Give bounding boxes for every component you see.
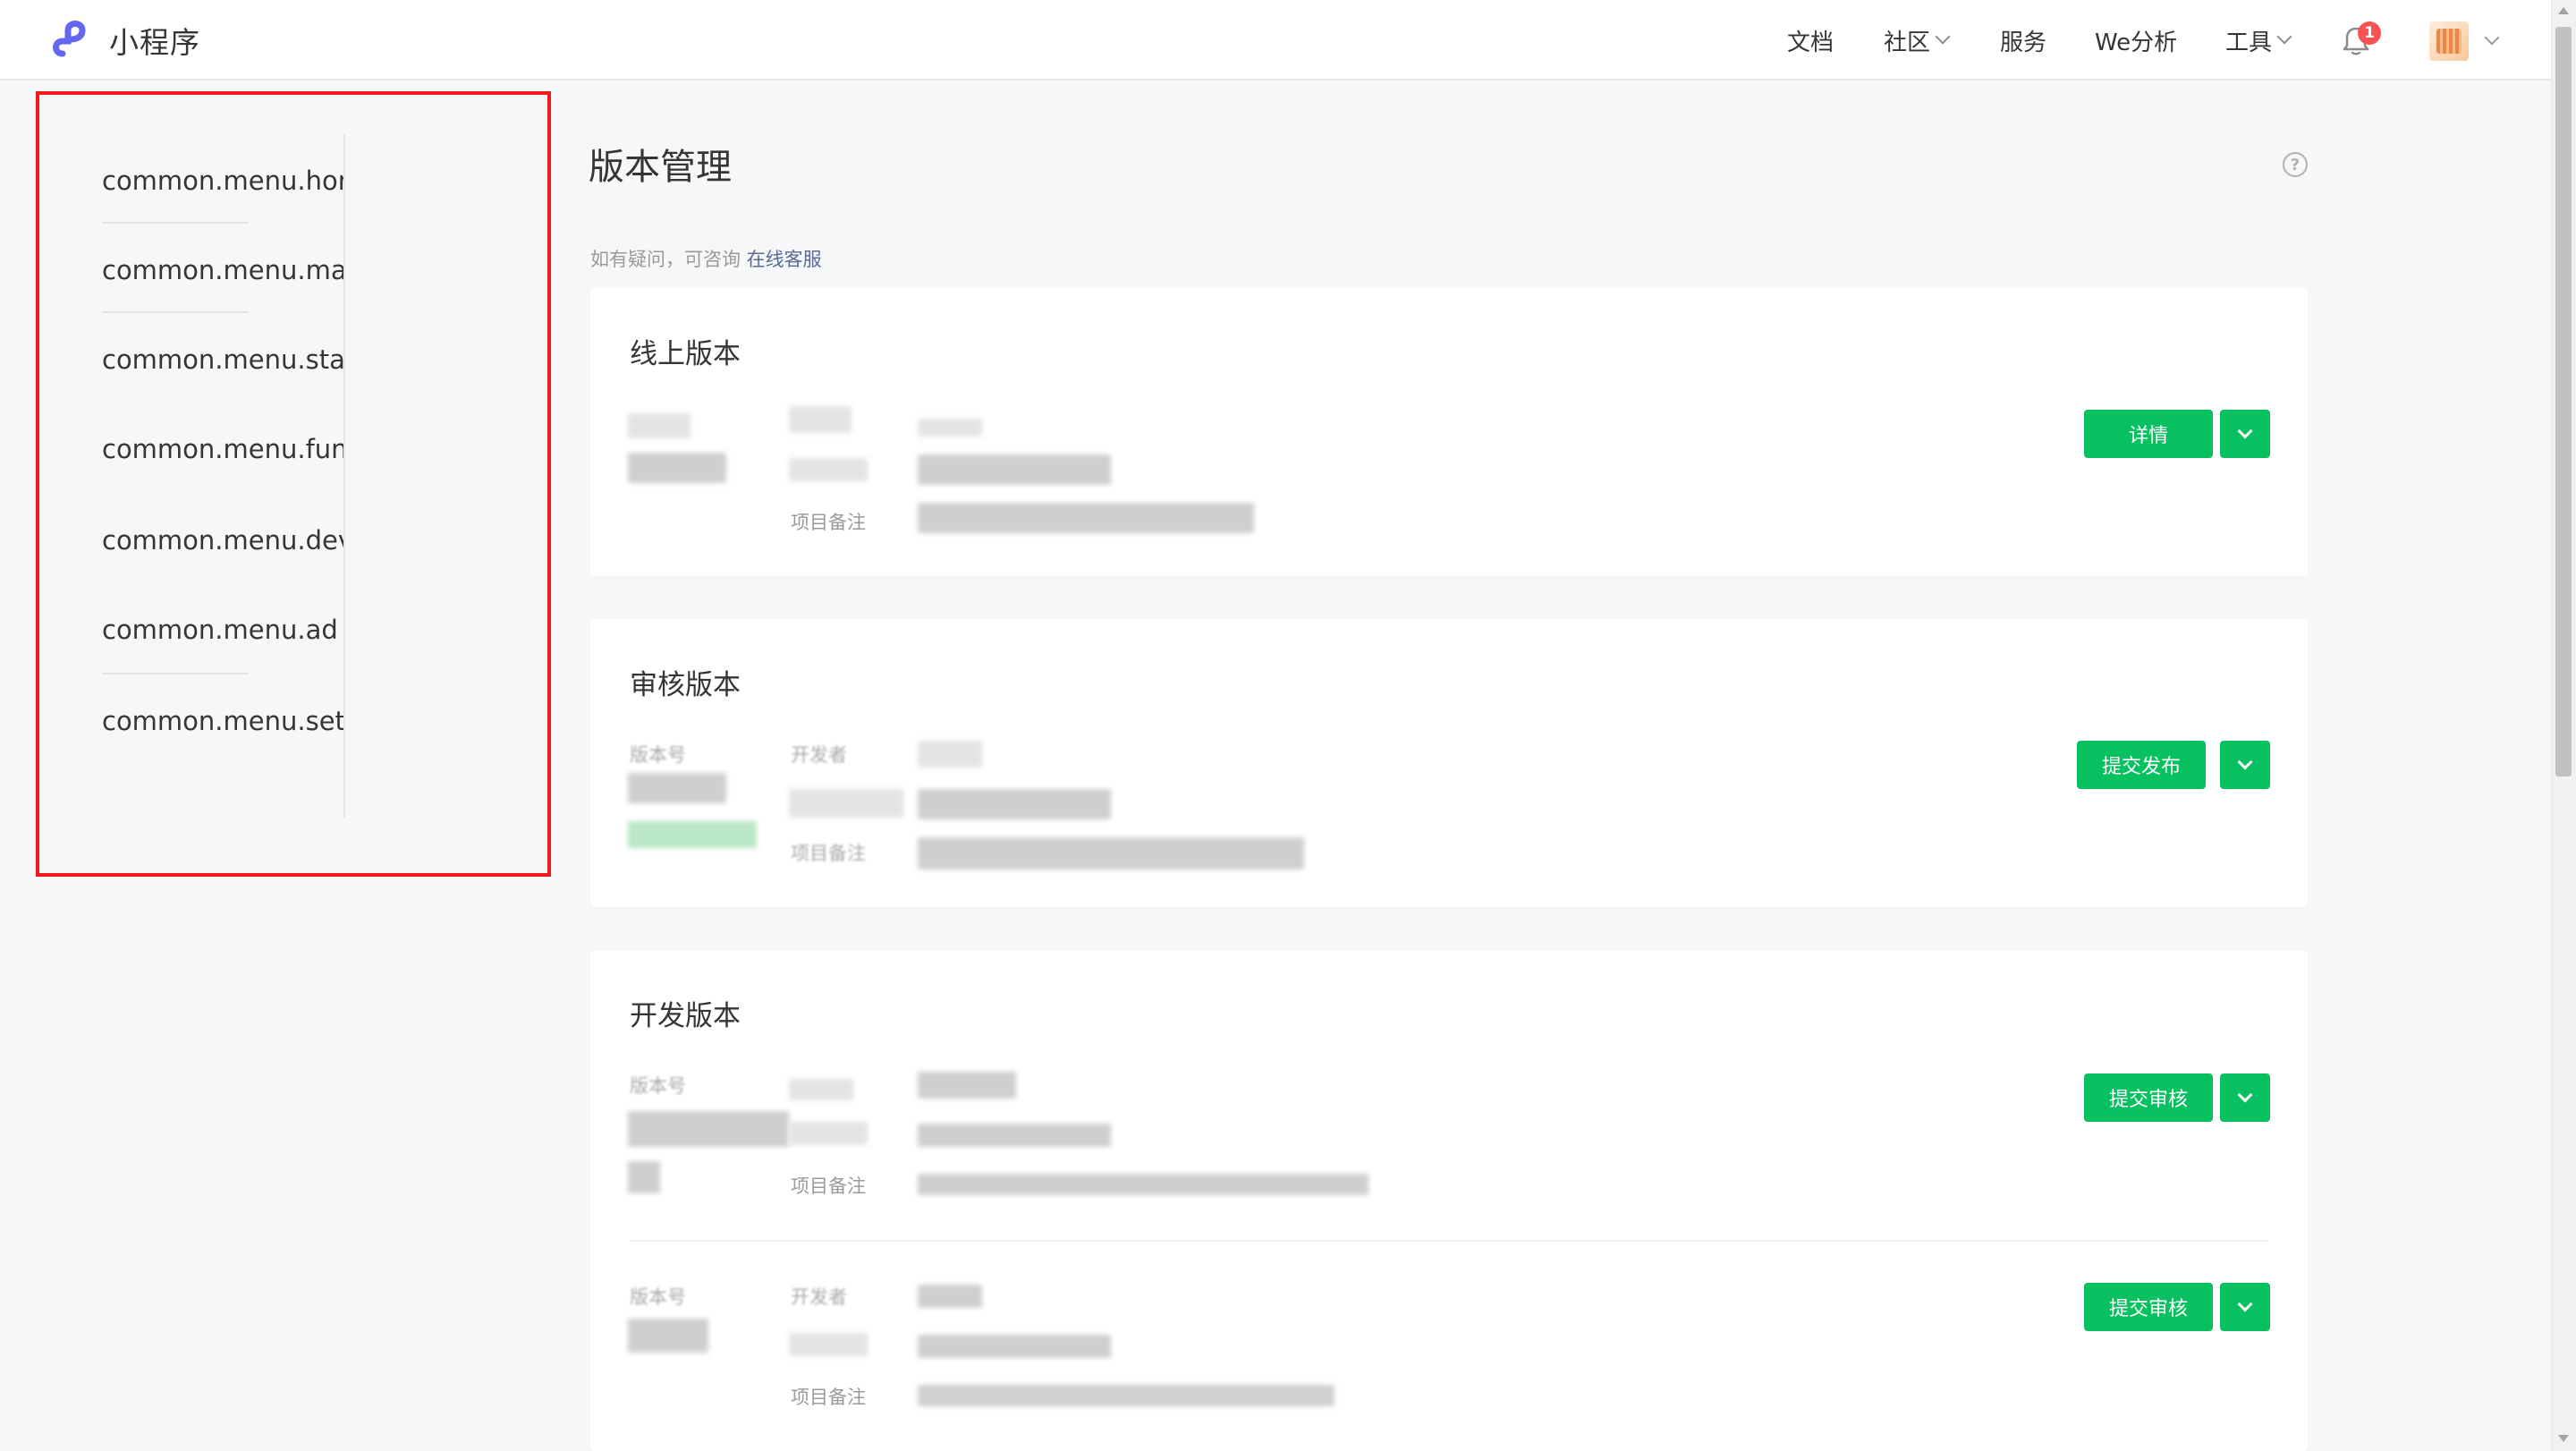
redacted-remark [918, 1385, 1335, 1406]
chevron-down-icon [2237, 1087, 2253, 1103]
detail-button[interactable]: 详情 [2084, 410, 2213, 458]
redacted-value [918, 741, 982, 768]
chevron-down-icon [1935, 29, 1951, 45]
chevron-down-icon [2276, 29, 2292, 45]
redacted-label [789, 458, 868, 481]
redacted-version [628, 1319, 708, 1353]
nav-docs[interactable]: 文档 [1787, 0, 1834, 81]
redacted-label [789, 789, 903, 818]
nav-tools-label: 工具 [2225, 29, 2273, 56]
chevron-down-icon [2237, 423, 2253, 439]
redacted-value [918, 1285, 982, 1308]
dev-more-button[interactable] [2220, 1283, 2270, 1331]
row-separator [630, 1240, 2268, 1242]
remark-label: 项目备注 [791, 1387, 866, 1408]
developer-label: 开发者 [791, 1286, 847, 1308]
redacted-label [789, 1333, 868, 1356]
nav-analytics-label: We分析 [2095, 29, 2178, 56]
review-version-card: 审核版本 版本号 开发者 项目备注 提交发布 [590, 619, 2308, 907]
redacted-value [918, 789, 1111, 819]
redacted-remark [918, 503, 1254, 533]
dev-more-button[interactable] [2220, 1073, 2270, 1122]
remark-label: 项目备注 [791, 1175, 866, 1197]
scroll-down-arrow-icon[interactable] [2558, 1435, 2569, 1442]
sidebar-highlight-box [36, 91, 551, 877]
redacted-remark [918, 1174, 1368, 1195]
chevron-down-icon [2237, 1296, 2253, 1312]
version-label: 版本号 [630, 744, 686, 766]
submit-publish-button[interactable]: 提交发布 [2077, 741, 2206, 789]
notification-badge: 1 [2358, 21, 2381, 45]
redacted-version [628, 1111, 789, 1147]
scroll-up-arrow-icon[interactable] [2558, 7, 2569, 14]
developer-label: 开发者 [791, 744, 847, 766]
dev-version-title: 开发版本 [630, 1000, 741, 1032]
sidebar-item-settings[interactable]: common.menu.settin [102, 694, 343, 748]
redacted-value [918, 454, 1111, 485]
redacted-value [918, 1335, 1111, 1358]
version-label: 版本号 [630, 1075, 686, 1097]
sidebar-item-home[interactable]: common.menu.home [102, 154, 343, 208]
redacted-label [789, 1122, 868, 1145]
nav-analytics[interactable]: We分析 [2095, 0, 2177, 81]
sidebar-item-func[interactable]: common.menu.func [102, 422, 343, 476]
online-version-card: 线上版本 项目备注 详情 [590, 288, 2308, 576]
redacted-version [628, 413, 691, 438]
sidebar-item-stat[interactable]: common.menu.stat [102, 333, 343, 386]
avatar[interactable] [2429, 21, 2469, 61]
redacted-value [918, 1124, 1111, 1147]
chevron-down-icon [2237, 754, 2253, 770]
sidebar-item-ad[interactable]: common.menu.ad [102, 603, 343, 657]
redacted-status [628, 821, 757, 848]
redacted-version [628, 453, 726, 483]
chevron-down-icon[interactable] [2484, 30, 2500, 46]
sidebar-separator [102, 222, 249, 224]
submit-review-button[interactable]: 提交审核 [2084, 1073, 2213, 1122]
nav-docs-label: 文档 [1787, 29, 1835, 56]
redacted-label [789, 406, 852, 433]
redacted-remark [918, 837, 1304, 870]
remark-label: 项目备注 [791, 512, 866, 533]
nav-community-label: 社区 [1884, 29, 1931, 56]
submit-review-button[interactable]: 提交审核 [2084, 1283, 2213, 1331]
redacted-version [628, 773, 726, 803]
app-name: 小程序 [109, 25, 200, 60]
online-version-title: 线上版本 [630, 338, 741, 370]
nav-community[interactable]: 社区 [1884, 0, 1951, 81]
page-title: 版本管理 [589, 147, 732, 188]
sidebar-item-devel[interactable]: common.menu.devel [102, 513, 343, 567]
sidebar-item-manage[interactable]: common.menu.manage [102, 243, 343, 297]
dev-version-card: 开发版本 版本号 项目备注 提交审核 版本号 开发者 项目备注 提交审核 [590, 950, 2308, 1451]
scrollbar-thumb[interactable] [2555, 27, 2572, 776]
redacted-value [918, 419, 982, 437]
sidebar-separator [102, 311, 249, 313]
help-tip: 如有疑问，可咨询 在线客服 [590, 245, 822, 272]
nav-tools[interactable]: 工具 [2225, 0, 2292, 81]
help-tip-text: 如有疑问，可咨询 [590, 249, 747, 270]
redacted-value [918, 1072, 1016, 1099]
help-icon[interactable]: ? [2283, 152, 2308, 177]
sidebar-divider [343, 134, 345, 818]
nav-services[interactable]: 服务 [2000, 0, 2046, 81]
redacted-label [789, 1079, 853, 1100]
review-version-title: 审核版本 [630, 669, 741, 701]
review-more-button[interactable] [2220, 741, 2270, 789]
nav-services-label: 服务 [2000, 29, 2047, 56]
remark-label: 项目备注 [791, 843, 866, 864]
online-support-link[interactable]: 在线客服 [747, 249, 822, 270]
top-navigation-bar: 小程序 文档 社区 服务 We分析 工具 1 [0, 0, 2576, 81]
redacted-version [628, 1161, 660, 1193]
miniprogram-logo-icon [50, 18, 95, 63]
avatar-image [2436, 29, 2462, 54]
brand[interactable]: 小程序 [50, 18, 200, 63]
version-label: 版本号 [630, 1286, 686, 1308]
online-more-button[interactable] [2220, 410, 2270, 458]
sidebar-separator [102, 673, 249, 675]
